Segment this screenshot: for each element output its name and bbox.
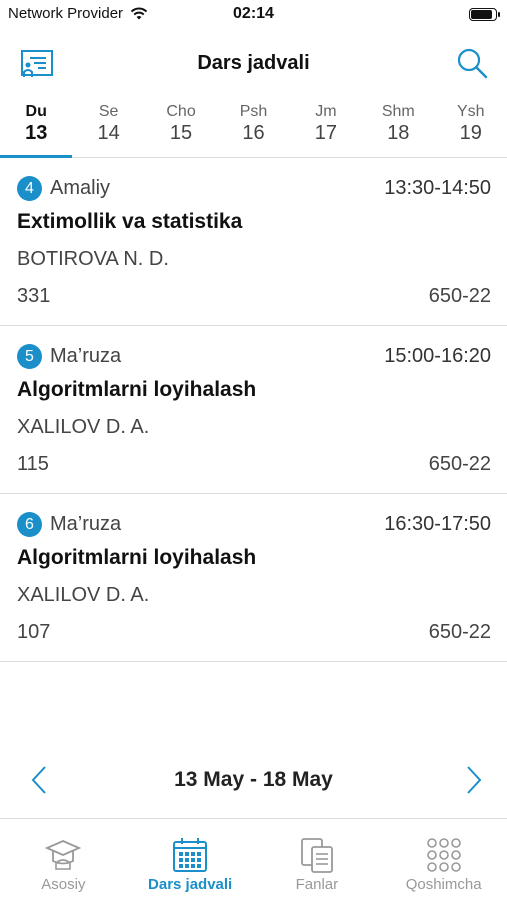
lesson-teacher: XALILOV D. A. (17, 416, 150, 438)
day-number: 16 (242, 122, 265, 144)
lesson-type: Ma’ruza (50, 344, 122, 367)
week-navigator: 13 May - 18 May (0, 760, 507, 800)
lesson-room: 115 (17, 453, 49, 475)
day-tab-se[interactable]: Se 14 (72, 100, 144, 157)
lesson-card[interactable]: 4 Amaliy 13:30-14:50 Extimollik va statisti… (0, 158, 507, 326)
lesson-subject: Algoritmlarni loyihalash (17, 546, 257, 569)
lesson-subject: Algoritmlarni loyihalash (17, 378, 257, 401)
lesson-teacher: BOTIROVA N. D. (17, 248, 169, 270)
day-tab-ysh[interactable]: Ysh 19 (435, 100, 507, 157)
lesson-header: 4 Amaliy 13:30-14:50 (17, 175, 491, 201)
day-name: Shm (381, 103, 415, 120)
tab-label: Fanlar (295, 876, 339, 893)
week-range: 13 May - 18 May (174, 768, 333, 791)
day-name: Du (25, 103, 47, 120)
tab-label: Asosiy (41, 876, 86, 893)
day-tab-cho[interactable]: Cho 15 (145, 100, 217, 157)
day-name: Jm (315, 103, 337, 120)
battery-icon (469, 8, 500, 21)
schedule-board-icon[interactable] (18, 48, 56, 80)
day-name: Psh (239, 103, 268, 120)
lesson-time: 16:30-17:50 (384, 512, 491, 535)
day-tab-du[interactable]: Du 13 (0, 100, 73, 158)
lesson-group: 650-22 (428, 453, 491, 475)
carrier: Network Provider (8, 5, 149, 22)
graduation-cap-icon (43, 835, 83, 875)
status-bar: Network Provider 02:14 (0, 0, 507, 30)
tab-fanlar[interactable]: Fanlar (254, 819, 381, 901)
day-number: 19 (459, 122, 482, 144)
lesson-subject: Extimollik va statistika (17, 210, 243, 233)
day-selector: Du 13 Se 14 Cho 15 Psh 16 Jm 17 Shm 18 Ysh 19 (0, 100, 507, 158)
day-number: 17 (314, 122, 338, 144)
day-name: Ysh (456, 103, 485, 120)
tab-asosiy[interactable]: Asosiy (0, 819, 127, 901)
lesson-card[interactable]: 6 Ma’ruza 16:30-17:50 Algoritmlarni loyihal… (0, 494, 507, 662)
day-number: 15 (169, 122, 193, 144)
lesson-number-badge: 5 (17, 343, 42, 369)
lesson-number-badge: 4 (17, 175, 42, 201)
tab-dars-jadvali[interactable]: Dars jadvali (127, 819, 254, 901)
lesson-room: 107 (17, 621, 51, 643)
lesson-group: 650-22 (428, 285, 491, 307)
calendar-icon (170, 835, 210, 875)
tab-bar: Asosiy Dars jadvali Fanlar Qoshimcha (0, 818, 507, 901)
lesson-teacher: XALILOV D. A. (17, 584, 150, 606)
page-title: Dars jadvali (197, 52, 310, 74)
header: Dars jadvali (0, 38, 507, 90)
books-icon (297, 835, 337, 875)
tab-label: Qoshimcha (405, 876, 482, 893)
day-name: Se (98, 103, 119, 120)
tab-label: Dars jadvali (148, 876, 233, 893)
lesson-type: Ma’ruza (50, 512, 122, 535)
search-icon[interactable] (455, 46, 489, 80)
lesson-header: 6 Ma’ruza 16:30-17:50 (17, 511, 491, 537)
lesson-number-badge: 6 (17, 511, 42, 537)
tab-qoshimcha[interactable]: Qoshimcha (380, 819, 507, 901)
day-number: 14 (97, 122, 120, 144)
grid-dots-icon (424, 835, 464, 875)
chevron-left-icon[interactable] (28, 764, 50, 796)
carrier-label: Network Provider (8, 5, 124, 22)
day-number: 18 (387, 122, 410, 144)
lesson-time: 13:30-14:50 (384, 176, 491, 199)
day-name: Cho (166, 103, 196, 120)
day-tab-shm[interactable]: Shm 18 (362, 100, 434, 157)
day-tab-psh[interactable]: Psh 16 (217, 100, 289, 157)
day-number: 13 (25, 122, 48, 144)
day-tab-jm[interactable]: Jm 17 (290, 100, 362, 157)
chevron-right-icon[interactable] (463, 764, 485, 796)
lesson-group: 650-22 (428, 621, 491, 643)
wifi-icon (130, 7, 148, 20)
lesson-card[interactable]: 5 Ma’ruza 15:00-16:20 Algoritmlarni loyihal… (0, 326, 507, 494)
lesson-time: 15:00-16:20 (384, 344, 491, 367)
lesson-room: 331 (17, 285, 51, 307)
lesson-header: 5 Ma’ruza 15:00-16:20 (17, 343, 491, 369)
lesson-list: 4 Amaliy 13:30-14:50 Extimollik va statisti… (0, 158, 507, 662)
lesson-type: Amaliy (50, 176, 111, 199)
